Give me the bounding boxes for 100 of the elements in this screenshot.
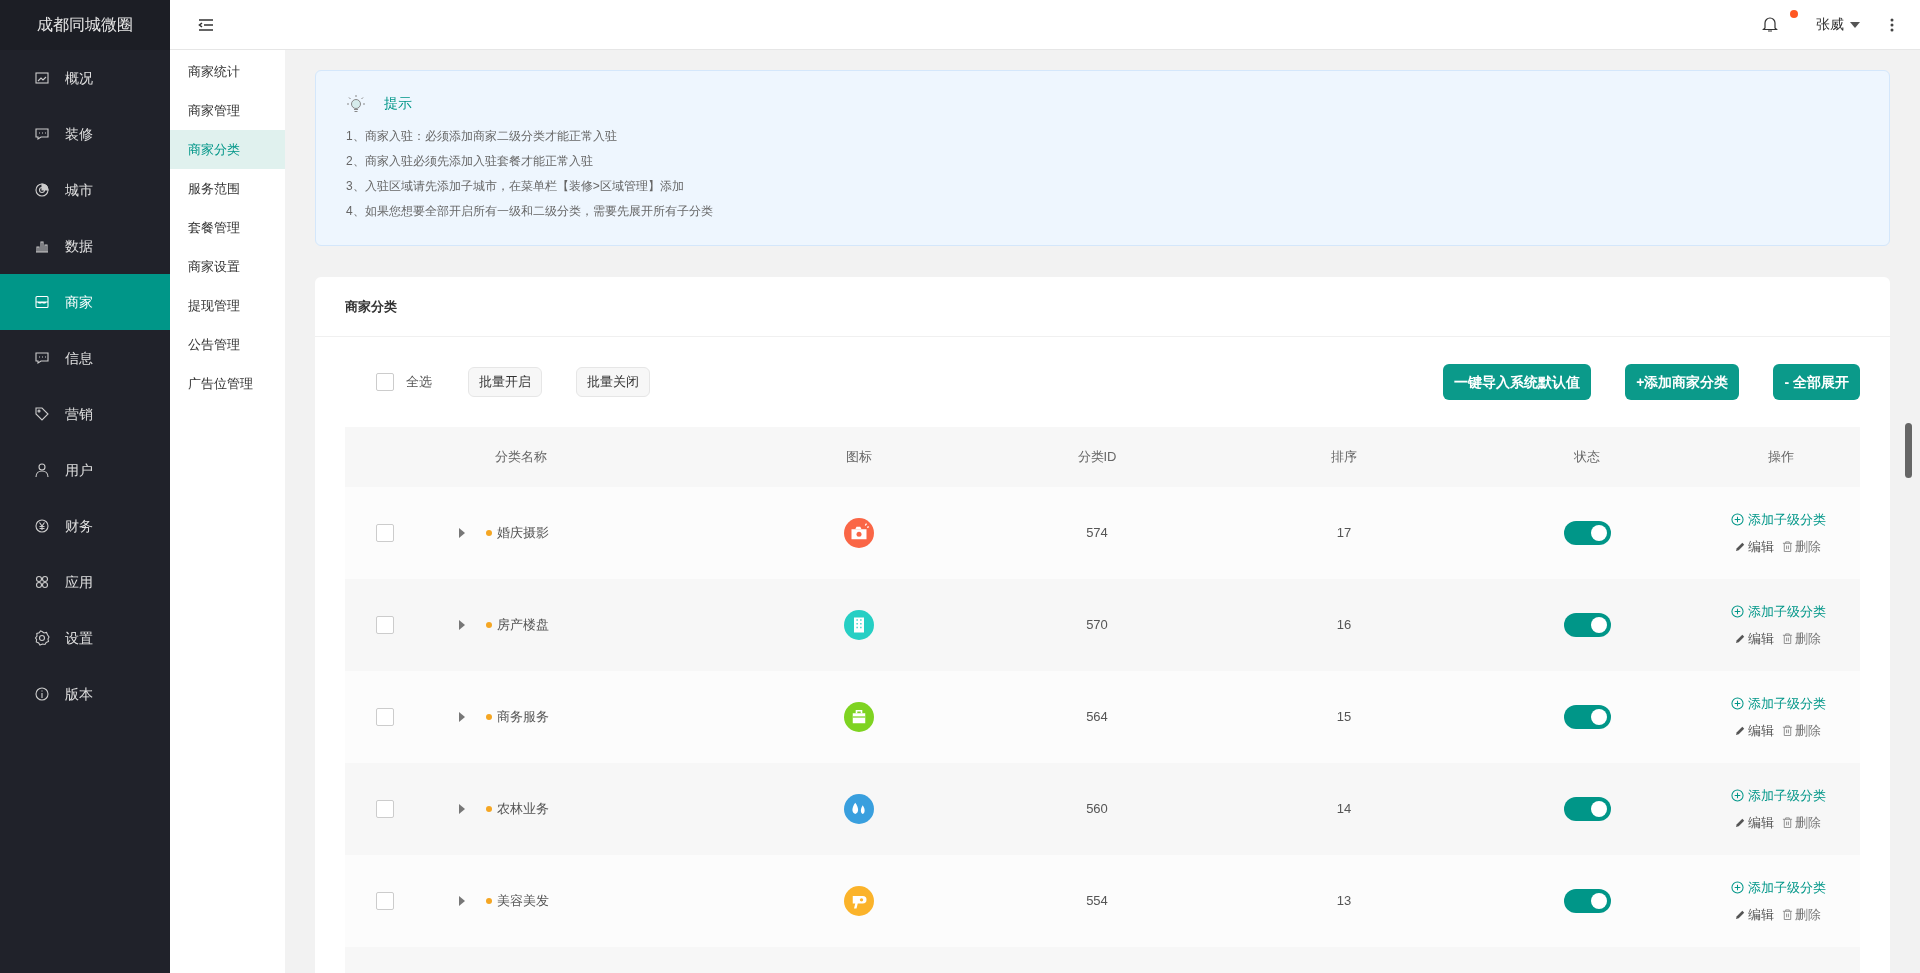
trash-icon xyxy=(1782,541,1793,553)
plus-circle-icon xyxy=(1730,604,1744,618)
lightbulb-icon xyxy=(346,93,366,114)
trash-icon xyxy=(1782,909,1793,921)
add-child-link[interactable]: 添加子级分类 xyxy=(1730,693,1826,713)
sidebar-item[interactable]: 应用 xyxy=(0,554,170,610)
action-button[interactable]: 一键导入系统默认值 xyxy=(1443,364,1592,400)
submenu-item[interactable]: 公告管理 xyxy=(170,325,285,364)
column-header: 状态 xyxy=(1574,449,1600,465)
category-id: 574 xyxy=(1086,525,1108,541)
submenu-item[interactable]: 服务范围 xyxy=(170,169,285,208)
user-menu[interactable]: 张威 xyxy=(1816,14,1860,35)
edit-link[interactable]: 编辑 xyxy=(1735,537,1774,557)
category-name: 美容美发 xyxy=(497,892,549,911)
delete-link[interactable]: 删除 xyxy=(1782,629,1821,649)
tip-title: 提示 xyxy=(384,94,412,113)
action-button[interactable]: - 全部展开 xyxy=(1773,364,1860,400)
info-icon xyxy=(34,686,50,702)
sidebar-item[interactable]: 装修 xyxy=(0,106,170,162)
card-title: 商家分类 xyxy=(345,297,397,316)
add-child-link[interactable]: 添加子级分类 xyxy=(1730,601,1826,621)
sidebar-item[interactable]: 设置 xyxy=(0,610,170,666)
chat-icon xyxy=(34,350,50,366)
sidebar-item[interactable]: 数据 xyxy=(0,218,170,274)
more-icon[interactable] xyxy=(1890,17,1894,32)
category-name: 房产楼盘 xyxy=(497,616,549,635)
sidebar-item[interactable]: 城市 xyxy=(0,162,170,218)
caret-icon xyxy=(1850,21,1860,28)
sidebar-item[interactable]: 版本 xyxy=(0,666,170,722)
trash-icon xyxy=(1782,725,1793,737)
add-child-link[interactable]: 添加子级分类 xyxy=(1730,509,1826,529)
column-header: 分类ID xyxy=(1077,449,1117,465)
submenu-item[interactable]: 商家管理 xyxy=(170,91,285,130)
checkbox[interactable] xyxy=(376,892,394,910)
tip-text: 2、商家入驻必须先添加入驻套餐才能正常入驻 xyxy=(346,153,594,170)
delete-link[interactable]: 删除 xyxy=(1782,813,1821,833)
user-icon xyxy=(34,462,50,478)
status-toggle[interactable] xyxy=(1563,889,1611,913)
delete-link[interactable]: 删除 xyxy=(1782,537,1821,557)
radar-icon xyxy=(34,182,50,198)
sort-order: 13 xyxy=(1336,893,1352,909)
pencil-icon xyxy=(1735,541,1746,553)
trash-icon xyxy=(1782,633,1793,645)
delete-link[interactable]: 删除 xyxy=(1782,905,1821,925)
submenu-item[interactable]: 提现管理 xyxy=(170,286,285,325)
category-id: 560 xyxy=(1086,801,1108,817)
app-title: 成都同城微圈 xyxy=(37,15,133,35)
expand-arrow-icon[interactable] xyxy=(458,804,466,814)
sidebar-item[interactable]: 商家 xyxy=(0,274,170,330)
checkbox[interactable] xyxy=(376,373,394,391)
tag-icon xyxy=(34,406,50,422)
submenu-item[interactable]: 广告位管理 xyxy=(170,364,285,403)
sort-order: 14 xyxy=(1336,801,1352,817)
sidebar-item[interactable]: 营销 xyxy=(0,386,170,442)
edit-link[interactable]: 编辑 xyxy=(1735,721,1774,741)
sidebar-item[interactable]: 概况 xyxy=(0,50,170,106)
select-all-label[interactable]: 全选 xyxy=(406,372,432,392)
sidebar-item[interactable]: 信息 xyxy=(0,330,170,386)
column-header: 图标 xyxy=(846,449,872,465)
expand-arrow-icon[interactable] xyxy=(458,712,466,722)
edit-link[interactable]: 编辑 xyxy=(1735,905,1774,925)
pencil-icon xyxy=(1735,633,1746,645)
delete-link[interactable]: 删除 xyxy=(1782,721,1821,741)
checkbox[interactable] xyxy=(376,800,394,818)
expand-arrow-icon[interactable] xyxy=(458,896,466,906)
bell-icon[interactable] xyxy=(1762,16,1778,33)
expand-arrow-icon[interactable] xyxy=(458,528,466,538)
submenu-item[interactable]: 套餐管理 xyxy=(170,208,285,247)
status-toggle[interactable] xyxy=(1563,705,1611,729)
add-child-link[interactable]: 添加子级分类 xyxy=(1730,877,1826,897)
sidebar-item[interactable]: 用户 xyxy=(0,442,170,498)
column-header: 操作 xyxy=(1768,449,1794,465)
pencil-icon xyxy=(1735,909,1746,921)
status-toggle[interactable] xyxy=(1563,521,1611,545)
edit-link[interactable]: 编辑 xyxy=(1735,813,1774,833)
sort-order: 17 xyxy=(1336,525,1352,541)
category-id: 570 xyxy=(1086,617,1108,633)
plus-circle-icon xyxy=(1730,696,1744,710)
category-name: 农林业务 xyxy=(497,800,549,819)
checkbox[interactable] xyxy=(376,616,394,634)
submenu-item[interactable]: 商家统计 xyxy=(170,52,285,91)
edit-link[interactable]: 编辑 xyxy=(1735,629,1774,649)
expand-arrow-icon[interactable] xyxy=(458,620,466,630)
checkbox[interactable] xyxy=(376,708,394,726)
batch-button[interactable]: 批量关闭 xyxy=(576,367,650,397)
add-child-link[interactable]: 添加子级分类 xyxy=(1730,785,1826,805)
action-button[interactable]: +添加商家分类 xyxy=(1625,364,1740,400)
plus-circle-icon xyxy=(1730,512,1744,526)
tip-text: 4、如果您想要全部开启所有一级和二级分类，需要先展开所有子分类 xyxy=(346,203,714,220)
checkbox[interactable] xyxy=(376,524,394,542)
submenu-item[interactable]: 商家设置 xyxy=(170,247,285,286)
batch-button[interactable]: 批量开启 xyxy=(468,367,542,397)
yuan-coin-icon xyxy=(34,518,50,534)
chat-icon xyxy=(34,126,50,142)
scrollbar-thumb[interactable] xyxy=(1905,423,1912,478)
category-id: 564 xyxy=(1086,709,1108,725)
status-toggle[interactable] xyxy=(1563,613,1611,637)
sidebar-item[interactable]: 财务 xyxy=(0,498,170,554)
status-toggle[interactable] xyxy=(1563,797,1611,821)
column-header: 排序 xyxy=(1331,449,1357,465)
